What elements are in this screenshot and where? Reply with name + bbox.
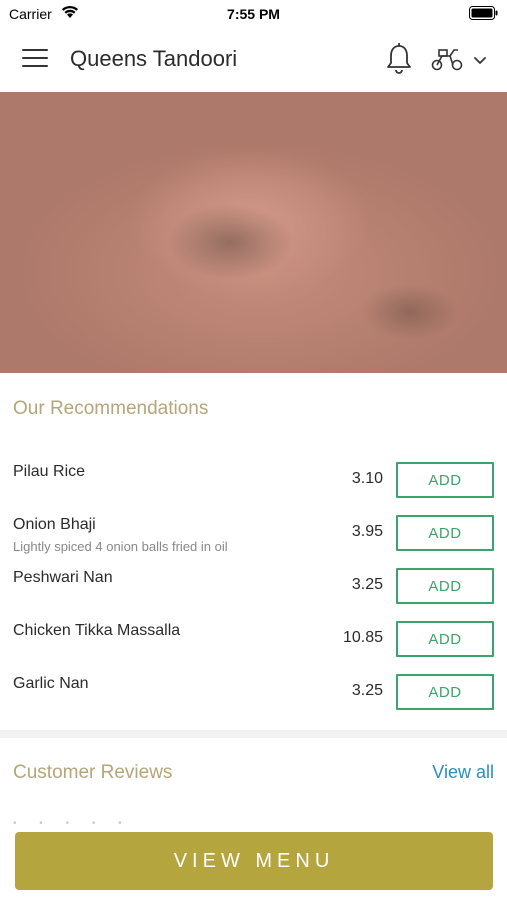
status-bar: Carrier 7:55 PM	[0, 0, 507, 28]
view-all-link[interactable]: View all	[432, 762, 494, 783]
item-price: 3.25	[351, 576, 383, 593]
reviews-title: Customer Reviews	[13, 762, 173, 783]
list-item: Peshwari Nan 3.25 ADD	[0, 559, 507, 612]
menu-icon[interactable]	[22, 49, 48, 71]
add-button[interactable]: ADD	[396, 568, 494, 604]
item-price: 3.25	[351, 682, 383, 699]
scooter-icon[interactable]	[430, 46, 464, 72]
item-name: Chicken Tikka Massalla	[13, 622, 181, 639]
status-time: 7:55 PM	[227, 6, 280, 22]
hero-image	[0, 92, 507, 373]
chevron-down-icon[interactable]	[472, 52, 488, 68]
item-description: Lightly spiced 4 onion balls fried in oi…	[13, 539, 228, 554]
recommendations-title: Our Recommendations	[13, 398, 209, 419]
add-button[interactable]: ADD	[396, 462, 494, 498]
bell-icon[interactable]	[384, 42, 414, 76]
app-bar: Queens Tandoori	[0, 28, 507, 92]
recommendations-list: Pilau Rice 3.10 ADD Onion Bhaji Lightly …	[0, 453, 507, 718]
item-price: 3.10	[351, 470, 383, 487]
item-name: Onion Bhaji	[13, 516, 96, 533]
add-button[interactable]: ADD	[396, 621, 494, 657]
section-divider	[0, 730, 507, 738]
add-button[interactable]: ADD	[396, 674, 494, 710]
battery-icon	[469, 6, 498, 20]
item-name: Garlic Nan	[13, 675, 89, 692]
item-name: Pilau Rice	[13, 463, 86, 480]
add-button[interactable]: ADD	[396, 515, 494, 551]
item-name: Peshwari Nan	[13, 569, 113, 586]
page-title: Queens Tandoori	[70, 46, 238, 71]
list-item: Garlic Nan 3.25 ADD	[0, 665, 507, 718]
list-item: Chicken Tikka Massalla 10.85 ADD	[0, 612, 507, 665]
rating-stars-icon: • • • • •	[13, 818, 132, 829]
view-menu-button[interactable]: VIEW MENU	[15, 832, 493, 890]
list-item: Onion Bhaji Lightly spiced 4 onion balls…	[0, 506, 507, 559]
item-price: 3.95	[351, 523, 383, 540]
item-price: 10.85	[342, 629, 383, 646]
list-item: Pilau Rice 3.10 ADD	[0, 453, 507, 506]
